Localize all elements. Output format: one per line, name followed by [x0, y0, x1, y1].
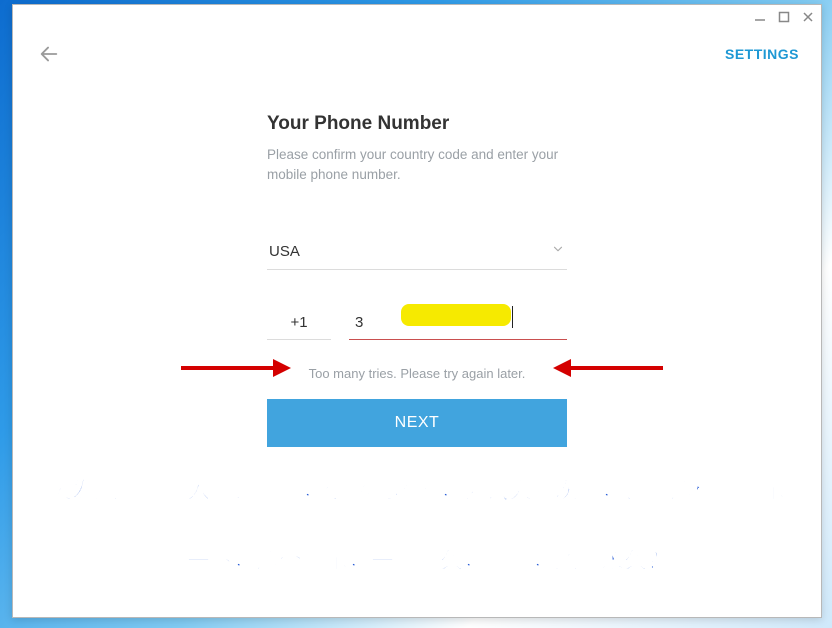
redaction-highlight	[401, 304, 511, 326]
login-form: Your Phone Number Please confirm your co…	[267, 113, 567, 447]
next-button[interactable]: NEXT	[267, 399, 567, 447]
text-cursor	[512, 306, 513, 328]
chevron-down-icon	[551, 242, 565, 261]
country-label: USA	[269, 243, 300, 260]
back-button[interactable]	[35, 40, 63, 68]
app-window: SETTINGS Your Phone Number Please confir…	[12, 4, 822, 618]
maximize-button[interactable]	[777, 10, 791, 24]
minimize-button[interactable]	[753, 10, 767, 24]
country-code-input[interactable]	[267, 308, 331, 340]
header-bar: SETTINGS	[13, 29, 821, 73]
error-message: Too many tries. Please try again later.	[267, 366, 567, 381]
annotation-text-2: 问一下，这个提示，一般多久，解封，还是永久？	[13, 545, 821, 576]
annotation-text-1: 昨天发送过多登入验证短信，依然没收到，尝试太多次了，已经这样的提示了	[13, 475, 821, 506]
page-title: Your Phone Number	[267, 113, 567, 135]
country-select[interactable]: USA	[267, 236, 567, 270]
page-subtitle: Please confirm your country code and ent…	[267, 145, 567, 186]
phone-row	[267, 308, 567, 340]
titlebar	[13, 5, 821, 29]
close-button[interactable]	[801, 10, 815, 24]
settings-link[interactable]: SETTINGS	[725, 46, 799, 62]
phone-input-wrap	[349, 308, 567, 340]
annotation-arrow-right	[553, 353, 663, 388]
